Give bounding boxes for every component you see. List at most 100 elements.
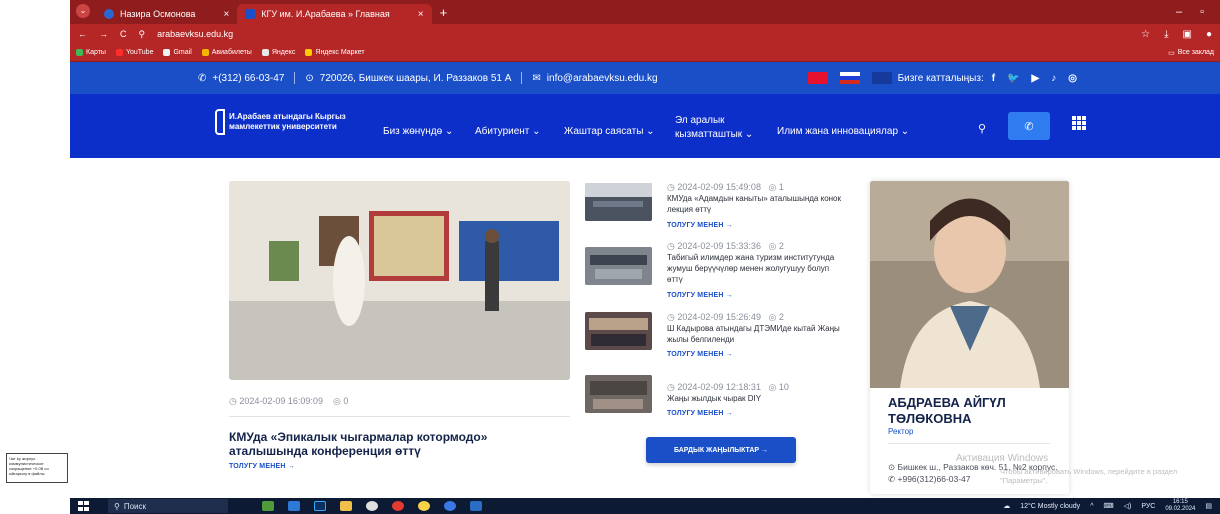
follow-label: Бизге катталыңыз:: [897, 72, 984, 84]
forward-button[interactable]: →: [99, 29, 108, 39]
volume-icon[interactable]: ◁): [1124, 502, 1132, 510]
word-icon[interactable]: [470, 501, 482, 511]
landscape-icon[interactable]: [262, 501, 274, 511]
search-icon[interactable]: ⚲: [978, 122, 986, 135]
news-title[interactable]: Табигый илимдер жана туризм институтунда…: [667, 252, 847, 285]
reload-button[interactable]: C: [120, 29, 127, 39]
instagram-icon[interactable]: ◎: [1068, 73, 1077, 84]
weather-icon[interactable]: ☁: [1003, 502, 1010, 510]
topbar-address: ⊙ 720026, Бишкек шаары, И. Раззаков 51 А: [305, 73, 511, 84]
all-news-button[interactable]: БАРДЫК ЖАҢЫЛЫКТАР →: [646, 437, 796, 463]
divider: [888, 443, 1050, 444]
bookmark-yandex[interactable]: Яндекс: [261, 49, 296, 56]
nav-international[interactable]: Эл аралык кызматташтык ⌄: [675, 114, 765, 142]
tab-profile[interactable]: Назира Осмонова ×: [96, 4, 237, 24]
chrome-icon[interactable]: [366, 501, 378, 511]
topbar-phone[interactable]: ✆ +(312) 66-03-47: [198, 73, 284, 84]
news-thumb[interactable]: [585, 183, 652, 221]
news-meta: ◷ 2024-02-09 15:26:49 ◎ 2: [667, 312, 784, 323]
minimize-button[interactable]: –: [1176, 6, 1182, 18]
tiktok-icon[interactable]: ♪: [1051, 73, 1056, 84]
facebook-icon[interactable]: f: [992, 73, 995, 84]
profile-icon[interactable]: ●: [1206, 29, 1212, 40]
photoshop-icon[interactable]: [314, 501, 326, 511]
task-view-icon[interactable]: [288, 501, 300, 511]
tray-chevron-icon[interactable]: ^: [1090, 503, 1093, 510]
windows-start-icon[interactable]: [78, 501, 90, 511]
bookmark-youtube[interactable]: YouTube: [115, 49, 153, 56]
call-button[interactable]: ✆: [1008, 112, 1050, 140]
nav-youth-policy[interactable]: Жаштар саясаты ⌄: [564, 126, 655, 137]
close-icon[interactable]: ×: [418, 9, 424, 20]
clock-date: 09.02.2024: [1165, 506, 1196, 512]
news-read-more[interactable]: ТОЛУГУ МЕНЕН →: [667, 222, 733, 229]
rector-phone[interactable]: +996(312)66-03-47: [898, 474, 971, 484]
restore-button[interactable]: ▫: [1200, 6, 1204, 18]
language-indicator[interactable]: РУС: [1141, 503, 1155, 510]
nav-about[interactable]: Биз жөнүндө ⌄: [383, 126, 453, 137]
news-thumb[interactable]: [585, 247, 652, 285]
site-settings-icon[interactable]: ⚲: [139, 29, 146, 40]
news-read-more[interactable]: ТОЛУГУ МЕНЕН →: [667, 351, 733, 358]
news-title[interactable]: Жаңы жылдык чырак DIY: [667, 393, 847, 404]
news-title[interactable]: КМУда «Адамдын каныты» аталышында конок …: [667, 193, 847, 215]
tab-menu-icon[interactable]: ⌄: [76, 3, 90, 18]
site-logo[interactable]: И.Арабаев атындагы Кыргыз мамлекеттик ун…: [215, 109, 346, 135]
url-field[interactable]: arabaevksu.edu.kg: [157, 29, 233, 39]
divider: [294, 72, 296, 84]
all-bookmarks[interactable]: ▭ Все заклад: [1168, 49, 1214, 57]
clock[interactable]: 16:15 09.02.2024: [1165, 499, 1195, 513]
news-read-more[interactable]: ТОЛУГУ МЕНЕН →: [667, 410, 733, 417]
back-button[interactable]: ←: [78, 29, 87, 39]
app-icon[interactable]: [418, 501, 430, 511]
tab-label: КГУ им. И.Арабаева » Главная: [261, 9, 390, 19]
eye-icon: ◎: [768, 241, 777, 251]
flag-kg-icon[interactable]: [807, 72, 828, 84]
new-tab-button[interactable]: +: [440, 5, 448, 20]
bookmark-star-icon[interactable]: ☆: [1141, 29, 1150, 40]
clock-icon: ◷: [667, 241, 675, 251]
extensions-icon[interactable]: ▣: [1183, 29, 1192, 40]
apps-menu-icon[interactable]: [1072, 116, 1086, 130]
close-icon[interactable]: ×: [223, 9, 229, 20]
news-title[interactable]: Ш Кадырова атындагы ДТЭМИде кытай Жаңы ж…: [667, 323, 847, 345]
featured-title[interactable]: КМУда «Эпикалык чыгармалар котормодо» ат…: [229, 430, 529, 458]
nav-science[interactable]: Илим жана инновациялар ⌄: [777, 126, 909, 137]
file-explorer-icon[interactable]: [340, 501, 352, 511]
bookmark-label: Яндекс: [271, 49, 296, 56]
youtube-icon[interactable]: ▶: [1032, 73, 1040, 84]
location-icon: ⊙: [305, 72, 314, 84]
left-blank-area: [0, 0, 70, 514]
featured-image[interactable]: [229, 181, 570, 380]
activation-watermark-title: Активация Windows: [956, 453, 1049, 464]
notifications-icon[interactable]: ▤: [1205, 502, 1212, 510]
phone-icon: ✆: [888, 474, 896, 484]
download-icon[interactable]: ⤓: [1164, 29, 1168, 40]
news-read-more[interactable]: ТОЛУГУ МЕНЕН →: [667, 292, 733, 299]
tab-university[interactable]: КГУ им. И.Арабаева » Главная ×: [237, 4, 432, 24]
flag-ru-icon[interactable]: [839, 72, 860, 84]
weather-text[interactable]: 12°C Mostly cloudy: [1020, 503, 1080, 510]
bookmark-yandex-market[interactable]: Яндекс Маркет: [305, 49, 365, 56]
bookmark-gmail[interactable]: Gmail: [163, 49, 192, 56]
twitter-icon[interactable]: 🐦: [1007, 73, 1019, 84]
bookmark-label: Яндекс Маркет: [315, 49, 365, 56]
news-meta: ◷ 2024-02-09 15:49:08 ◎ 1: [667, 182, 784, 193]
taskbar-search[interactable]: ⚲ Поиск: [108, 499, 228, 513]
location-icon: ⊙: [888, 462, 896, 472]
flag-uk-icon[interactable]: [871, 72, 892, 84]
bookmark-maps[interactable]: Карты: [76, 49, 106, 56]
browser-actions: ☆ ⤓ ▣ ●: [1141, 29, 1212, 40]
yandex-browser-icon[interactable]: [392, 501, 404, 511]
bookmark-avia[interactable]: Авиабилеты: [201, 49, 252, 56]
clock-time: 16:15: [1172, 499, 1188, 505]
network-icon[interactable]: ⌨: [1103, 502, 1113, 510]
news-date: 2024-02-09 12:18:31: [677, 382, 761, 392]
featured-read-more[interactable]: ТОЛУГУ МЕНЕН →: [229, 463, 295, 470]
nav-applicant[interactable]: Абитуриент ⌄: [475, 126, 541, 137]
news-thumb[interactable]: [585, 312, 652, 350]
browser-app-icon[interactable]: [444, 501, 456, 511]
topbar-email[interactable]: ✉ info@arabaevksu.edu.kg: [532, 73, 657, 84]
phone-icon: ✆: [1024, 120, 1034, 133]
news-thumb[interactable]: [585, 375, 652, 413]
